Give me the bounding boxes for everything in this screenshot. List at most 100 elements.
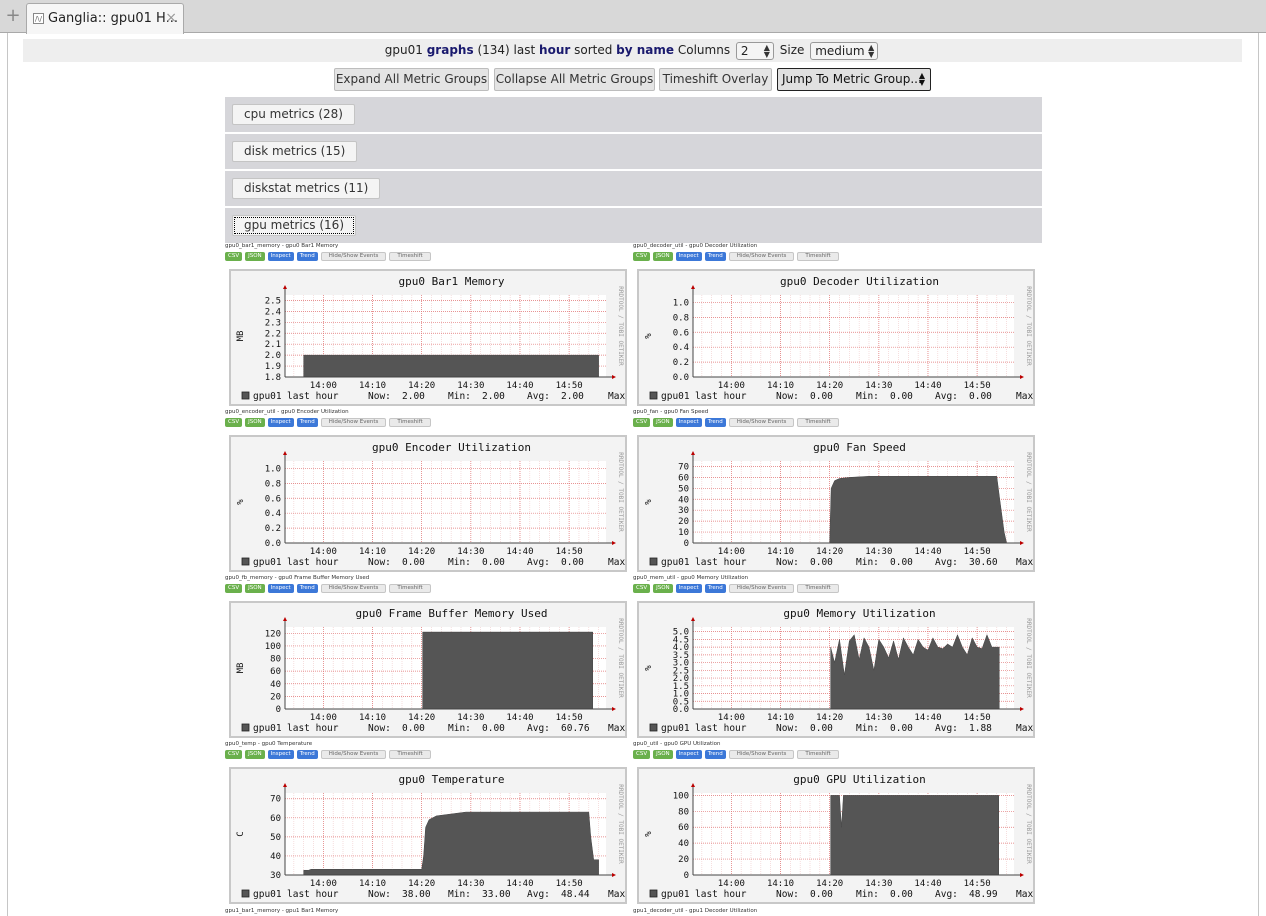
graph-image[interactable]: 30 40 50 60 70 14:00 14:10 14:20 14:30 14:40 14:50… [229,767,627,904]
trend-button[interactable]: Trend [704,418,726,427]
chart-title: gpu0 Memory Utilization [783,607,935,620]
tab-title: Ganglia:: gpu01 H... [48,11,178,26]
json-button[interactable]: JSON [653,418,673,427]
new-tab-button[interactable]: + [2,4,24,28]
csv-button[interactable]: CSV [225,252,243,261]
hide-show-events-button[interactable]: Hide/Show Events [728,252,795,261]
timeshift-button[interactable]: Timeshift [797,418,839,427]
rrdtool-watermark: RRDTOOL / TOBI OETIKER [1025,452,1032,532]
sorted-word: sorted [574,43,613,57]
json-button[interactable]: JSON [245,750,265,759]
x-tick-label: 14:40 [506,381,533,391]
group-toggle-gpu[interactable]: gpu metrics (16) [232,215,356,236]
hide-show-events-button[interactable]: Hide/Show Events [320,750,387,759]
hide-show-events-button[interactable]: Hide/Show Events [320,252,387,261]
x-tick-label: 14:00 [718,713,745,723]
jump-label: Jump To Metric Group... [782,72,922,86]
legend-avg-value: 30.60 [969,557,998,568]
y-axis-arrow-icon [691,783,695,787]
metric-group-diskstat: diskstat metrics (11) [225,171,1042,206]
graph-svg: 0.0 0.2 0.4 0.6 0.8 1.0 14:00 14:10 14:20 14:30 14… [644,275,1033,402]
inspect-button[interactable]: Inspect [267,418,294,427]
json-button[interactable]: JSON [653,584,673,593]
inspect-button[interactable]: Inspect [675,418,702,427]
timeshift-button[interactable]: Timeshift [389,584,431,593]
json-button[interactable]: JSON [245,418,265,427]
graph-image[interactable]: 0 20 40 60 80 100 14:00 14:10 14:20 14:30 14:40 14:… [637,767,1035,904]
hide-show-events-button[interactable]: Hide/Show Events [728,750,795,759]
x-tick-label: 14:10 [767,713,794,723]
graph-image[interactable]: 0.0 0.5 1.0 1.5 2.0 2.5 3.0 3.5 4.0 4.5 5.0 14:00 14… [637,601,1035,738]
columns-label: Columns [677,43,731,57]
trend-button[interactable]: Trend [704,750,726,759]
hide-show-events-button[interactable]: Hide/Show Events [728,584,795,593]
inspect-button[interactable]: Inspect [675,584,702,593]
group-toggle-cpu[interactable]: cpu metrics (28) [232,104,355,125]
inspect-button[interactable]: Inspect [675,252,702,261]
legend-avg-value: 0.00 [561,557,584,568]
timeshift-button[interactable]: Timeshift [797,252,839,261]
trend-button[interactable]: Trend [296,418,318,427]
json-button[interactable]: JSON [245,252,265,261]
y-axis-arrow-icon [691,617,695,621]
x-axis-arrow-icon [1020,707,1024,711]
json-button[interactable]: JSON [653,252,673,261]
csv-button[interactable]: CSV [633,750,651,759]
csv-button[interactable]: CSV [225,418,243,427]
trend-button[interactable]: Trend [704,252,726,261]
trend-button[interactable]: Trend [296,584,318,593]
time-range: hour [539,43,571,57]
graph-image[interactable]: 0 20 40 60 80 100 120 14:00 14:10 14:20 14:30 14:40… [229,601,627,738]
columns-select[interactable]: 2 ▲ ▼ [735,41,774,60]
timeshift-overlay-button[interactable]: Timeshift Overlay [659,68,772,91]
y-tick-label: 2.0 [265,351,281,361]
json-button[interactable]: JSON [245,584,265,593]
legend-now-value: 0.00 [810,889,833,900]
timeshift-button[interactable]: Timeshift [797,584,839,593]
inspect-button[interactable]: Inspect [267,252,294,261]
y-tick-label: 0.0 [265,539,281,549]
chart-title: gpu0 Frame Buffer Memory Used [355,607,547,620]
graph-image[interactable]: 1.8 1.9 2.0 2.1 2.2 2.3 2.4 2.5 14:00 14:10 14:20 1… [229,269,627,406]
y-tick-label: 40 [270,680,281,690]
json-button[interactable]: JSON [653,750,673,759]
csv-button[interactable]: CSV [225,750,243,759]
y-tick-label: 2.5 [265,296,281,306]
legend-swatch [649,391,658,400]
rrdtool-watermark: RRDTOOL / TOBI OETIKER [617,784,624,864]
group-toggle-diskstat[interactable]: diskstat metrics (11) [232,178,381,199]
y-tick-label: 60 [678,823,689,833]
hide-show-events-button[interactable]: Hide/Show Events [320,584,387,593]
inspect-button[interactable]: Inspect [267,584,294,593]
size-select[interactable]: medium ▲ ▼ [810,41,879,60]
expand-all-button[interactable]: Expand All Metric Groups [334,68,489,91]
graph-image[interactable]: 0.0 0.2 0.4 0.6 0.8 1.0 14:00 14:10 14:20 14:30 14… [229,435,627,572]
csv-button[interactable]: CSV [225,584,243,593]
collapse-all-button[interactable]: Collapse All Metric Groups [494,68,655,91]
csv-button[interactable]: CSV [633,584,651,593]
group-toggle-disk[interactable]: disk metrics (15) [232,141,358,162]
trend-button[interactable]: Trend [296,750,318,759]
hide-show-events-button[interactable]: Hide/Show Events [728,418,795,427]
csv-button[interactable]: CSV [633,252,651,261]
graph-image[interactable]: 0.0 0.2 0.4 0.6 0.8 1.0 14:00 14:10 14:20 14:30 14… [637,269,1035,406]
timeshift-button[interactable]: Timeshift [389,252,431,261]
graph-image[interactable]: 0 10 20 30 40 50 60 70 14:00 14:10 14:20 14:30 14:40… [637,435,1035,572]
inspect-button[interactable]: Inspect [267,750,294,759]
hide-show-events-button[interactable]: Hide/Show Events [320,418,387,427]
trend-button[interactable]: Trend [704,584,726,593]
timeshift-button[interactable]: Timeshift [797,750,839,759]
csv-button[interactable]: CSV [633,418,651,427]
trend-button[interactable]: Trend [296,252,318,261]
timeshift-button[interactable]: Timeshift [389,418,431,427]
x-tick-label: 14:50 [964,879,991,889]
timeshift-button[interactable]: Timeshift [389,750,431,759]
y-tick-label: 0.4 [673,343,689,353]
legend-swatch [649,889,658,898]
close-tab-icon[interactable]: × [165,10,177,26]
browser-tab[interactable]: /\/ Ganglia:: gpu01 H... × [26,3,184,34]
metric-label: gpu1_bar1_memory - gpu1 Bar1 Memory [225,908,339,914]
legend-max-label: Max: [1016,557,1033,568]
jump-to-metric-group-select[interactable]: Jump To Metric Group... ▲ ▼ [777,68,931,91]
inspect-button[interactable]: Inspect [675,750,702,759]
